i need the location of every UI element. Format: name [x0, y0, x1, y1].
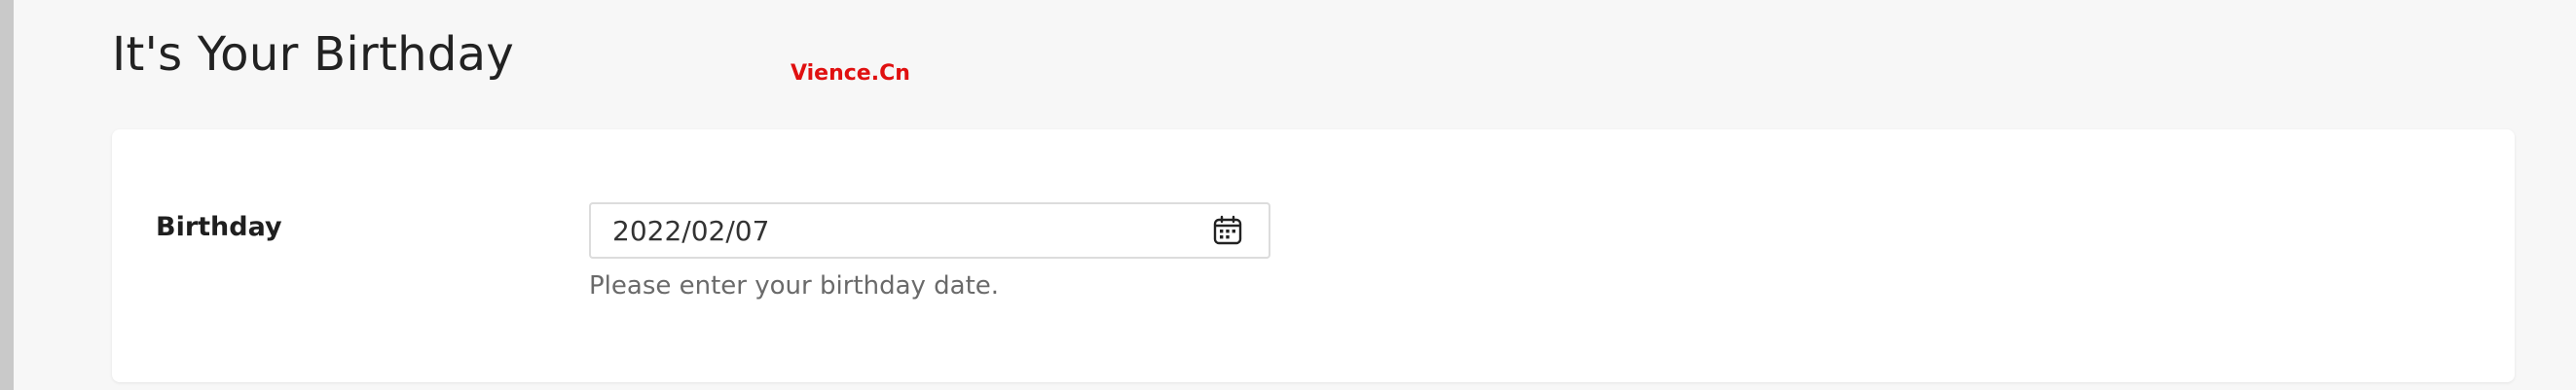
birthday-help-text: Please enter your birthday date. [589, 271, 1000, 301]
birthday-label: Birthday [156, 212, 282, 242]
window-left-edge [0, 0, 14, 390]
calendar-button[interactable] [1212, 215, 1243, 246]
calendar-icon [1213, 215, 1242, 245]
birthday-date-input[interactable] [612, 204, 1158, 257]
birthday-field[interactable] [589, 202, 1270, 259]
page-title: It's Your Birthday [112, 27, 515, 82]
birthday-card: Birthday Please enter your birthday date… [112, 129, 2515, 382]
watermark: Vience.Cn [791, 61, 910, 86]
